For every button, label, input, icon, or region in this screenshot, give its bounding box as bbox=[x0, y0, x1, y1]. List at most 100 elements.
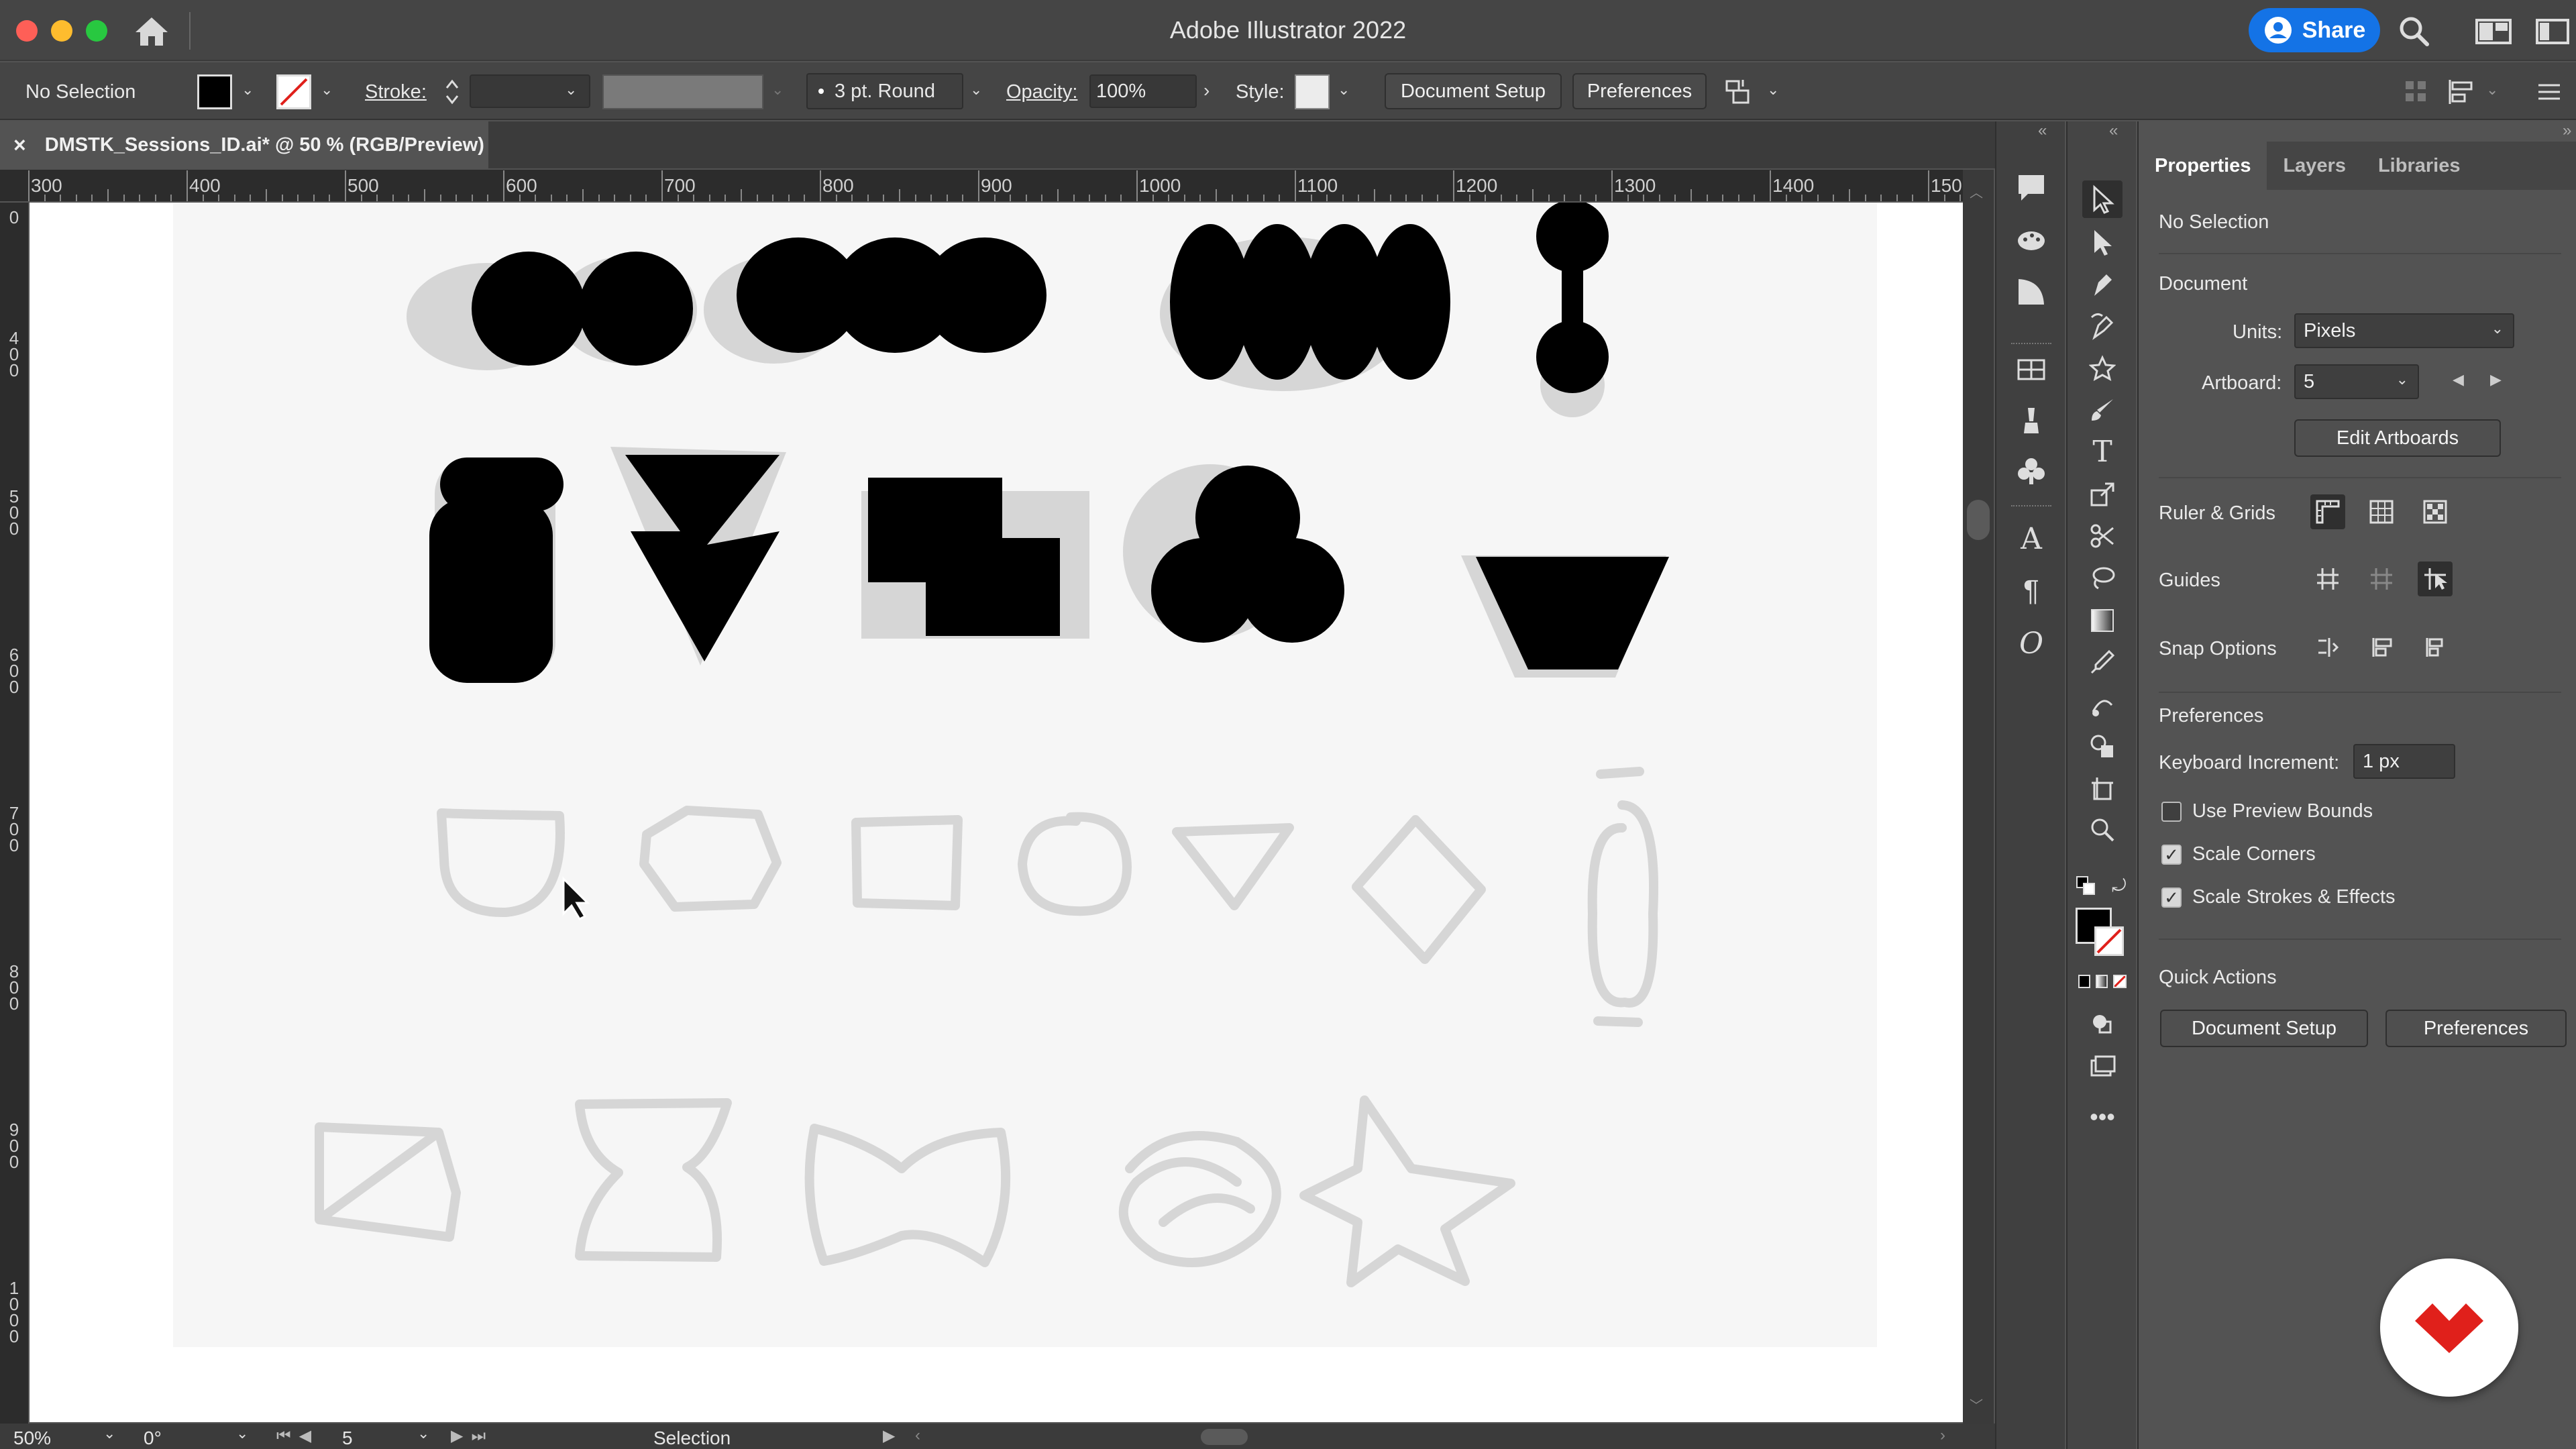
lasso-tool-icon[interactable] bbox=[2082, 559, 2123, 596]
zoom-chevron-icon[interactable]: ⌄ bbox=[103, 1425, 115, 1442]
stroke-label[interactable]: Stroke: bbox=[365, 81, 427, 103]
symbols-club-icon[interactable] bbox=[2011, 453, 2051, 490]
document-tab[interactable]: × DMSTK_Sessions_ID.ai* @ 50 % (RGB/Prev… bbox=[0, 121, 488, 168]
selection-tool-icon[interactable] bbox=[2082, 180, 2123, 218]
horizontal-ruler[interactable]: 300 400 500 600 700 800 900 1000 1100 1200 1300 140… bbox=[0, 170, 1966, 203]
direct-selection-tool-icon[interactable] bbox=[2082, 223, 2123, 261]
artboard-chevron-icon[interactable]: ⌄ bbox=[417, 1425, 429, 1442]
opacity-label[interactable]: Opacity: bbox=[1006, 81, 1077, 103]
first-prev-artboard-icons[interactable]: ⏮◀ bbox=[276, 1426, 319, 1446]
three-circle-blob-shape[interactable] bbox=[737, 237, 1046, 353]
sketch-star[interactable] bbox=[1299, 1095, 1515, 1287]
collapse-properties-icon[interactable]: » bbox=[2563, 121, 2571, 140]
share-button[interactable]: Share bbox=[2249, 8, 2380, 52]
sketch-scribble[interactable] bbox=[1118, 1131, 1281, 1267]
sketch-capsule[interactable] bbox=[1587, 800, 1659, 1008]
sketch-triangle[interactable] bbox=[1172, 823, 1294, 910]
variable-width-profile[interactable] bbox=[602, 74, 763, 109]
type-tool-icon[interactable]: T bbox=[2082, 433, 2123, 470]
show-guides-icon[interactable] bbox=[2310, 561, 2345, 596]
color-mode-buttons[interactable] bbox=[2078, 975, 2127, 992]
status-menu-arrow-icon[interactable]: ▶ bbox=[883, 1426, 895, 1446]
snap-to-glyph-icon[interactable] bbox=[2418, 630, 2453, 665]
gradient-tool-icon[interactable] bbox=[2082, 602, 2123, 639]
brush-chevron-icon[interactable]: ⌄ bbox=[970, 81, 982, 99]
sketch-circle[interactable] bbox=[1018, 812, 1132, 916]
character-panel-icon[interactable]: A bbox=[2011, 520, 2051, 557]
show-rulers-icon[interactable] bbox=[2310, 494, 2345, 529]
barbell-vertical-shape[interactable] bbox=[1536, 203, 1609, 393]
sketch-diamond[interactable] bbox=[1352, 815, 1486, 964]
none-mode-icon[interactable] bbox=[2113, 975, 2127, 988]
paintbrush-tool-icon[interactable] bbox=[2082, 391, 2123, 429]
rounded-stack-shape[interactable] bbox=[429, 458, 564, 683]
scroll-up-icon[interactable]: ︿ bbox=[1970, 182, 1983, 201]
lock-guides-icon[interactable] bbox=[2364, 561, 2399, 596]
search-icon[interactable] bbox=[2398, 15, 2431, 48]
gradient-mode-icon[interactable] bbox=[2096, 975, 2108, 988]
screen-mode-icon[interactable] bbox=[2082, 1049, 2123, 1086]
zoom-tool-icon[interactable] bbox=[2082, 811, 2123, 849]
stroke-weight-chevron-icon[interactable]: ⌄ bbox=[565, 81, 577, 99]
arrange-icon[interactable] bbox=[2404, 80, 2427, 103]
swap-colors-icon[interactable]: ⤾ bbox=[2112, 875, 2132, 896]
sketch-hourglass[interactable] bbox=[575, 1098, 732, 1262]
rotation-value[interactable]: 0° bbox=[144, 1428, 162, 1449]
next-artboard-icon[interactable]: ▶ bbox=[2490, 371, 2502, 388]
sketch-slashed-rectangle[interactable] bbox=[315, 1122, 461, 1242]
transparency-grid-icon[interactable] bbox=[2418, 494, 2453, 529]
control-bar-menu-icon[interactable] bbox=[2536, 80, 2563, 104]
fill-swatch[interactable] bbox=[197, 74, 232, 109]
snap-to-pixel-icon[interactable] bbox=[2364, 630, 2399, 665]
scissors-tool-icon[interactable] bbox=[2082, 517, 2123, 555]
sketch-hexagon[interactable] bbox=[639, 806, 782, 912]
shape-builder-tool-icon[interactable] bbox=[2082, 728, 2123, 765]
previous-artboard-icon[interactable]: ◀ bbox=[2453, 371, 2464, 388]
brushes-icon[interactable] bbox=[2011, 402, 2051, 439]
keyboard-increment-input[interactable]: 1 px bbox=[2353, 744, 2455, 779]
close-tab-icon[interactable]: × bbox=[13, 133, 26, 158]
comments-icon[interactable] bbox=[2011, 168, 2051, 206]
canvas[interactable] bbox=[30, 203, 1963, 1422]
color-palette-icon[interactable] bbox=[2011, 221, 2051, 258]
opacity-input[interactable]: 100% bbox=[1089, 74, 1197, 108]
zoom-level[interactable]: 50% bbox=[13, 1428, 51, 1449]
preferences-button[interactable]: Preferences bbox=[1572, 73, 1707, 109]
smart-guides-icon[interactable] bbox=[2418, 561, 2453, 596]
use-preview-bounds-checkbox[interactable] bbox=[2161, 802, 2182, 822]
snap-to-point-icon[interactable] bbox=[2310, 630, 2345, 665]
sketch-bowtie[interactable] bbox=[804, 1124, 1011, 1267]
blend-tool-icon[interactable] bbox=[2082, 686, 2123, 724]
brush-definition-select[interactable]: 3 pt. Round bbox=[806, 73, 963, 109]
graphic-style-swatch[interactable] bbox=[1295, 74, 1330, 109]
scroll-right-icon[interactable]: › bbox=[1940, 1426, 1945, 1445]
tab-layers[interactable]: Layers bbox=[2267, 142, 2362, 190]
paragraph-panel-icon[interactable]: ¶ bbox=[2011, 572, 2051, 610]
scroll-left-icon[interactable]: ‹ bbox=[915, 1426, 920, 1445]
align-objects-icon[interactable] bbox=[2447, 78, 2479, 105]
workspace-switcher-icon[interactable] bbox=[2475, 17, 2512, 46]
scale-tool-icon[interactable] bbox=[2082, 476, 2123, 513]
stroke-dropdown-chevron-icon[interactable]: ⌄ bbox=[321, 81, 333, 99]
arrange-documents-icon[interactable] bbox=[2536, 17, 2572, 46]
edit-toolbar-more-icon[interactable]: ••• bbox=[2082, 1098, 2123, 1136]
fill-dropdown-chevron-icon[interactable]: ⌄ bbox=[241, 81, 254, 99]
scale-corners-checkbox[interactable]: ✓ bbox=[2161, 845, 2182, 865]
pen-tool-icon[interactable] bbox=[2082, 265, 2123, 303]
tab-libraries[interactable]: Libraries bbox=[2362, 142, 2477, 190]
vertical-scrollbar[interactable]: ︿ ﹀ bbox=[1963, 170, 1994, 1424]
artboard-select[interactable]: 5 ⌄ bbox=[2294, 364, 2419, 399]
stroke-color-swatch[interactable] bbox=[2094, 926, 2124, 956]
swatches-icon[interactable] bbox=[2011, 351, 2051, 388]
drawing-modes-icon[interactable] bbox=[2082, 1004, 2123, 1042]
units-select[interactable]: Pixels ⌄ bbox=[2294, 313, 2514, 348]
edit-artboards-button[interactable]: Edit Artboards bbox=[2294, 419, 2501, 457]
opacity-arrow-icon[interactable]: › bbox=[1203, 80, 1210, 101]
sketch-square[interactable] bbox=[851, 815, 963, 910]
quick-preferences-button[interactable]: Preferences bbox=[2385, 1010, 2567, 1047]
eyedropper-tool-icon[interactable] bbox=[2082, 643, 2123, 681]
next-last-artboard-icons[interactable]: ▶⏭ bbox=[451, 1426, 494, 1446]
tab-properties[interactable]: Properties bbox=[2139, 142, 2267, 190]
default-colors-icon[interactable] bbox=[2076, 875, 2096, 896]
artboard-tool-icon[interactable] bbox=[2082, 769, 2123, 807]
